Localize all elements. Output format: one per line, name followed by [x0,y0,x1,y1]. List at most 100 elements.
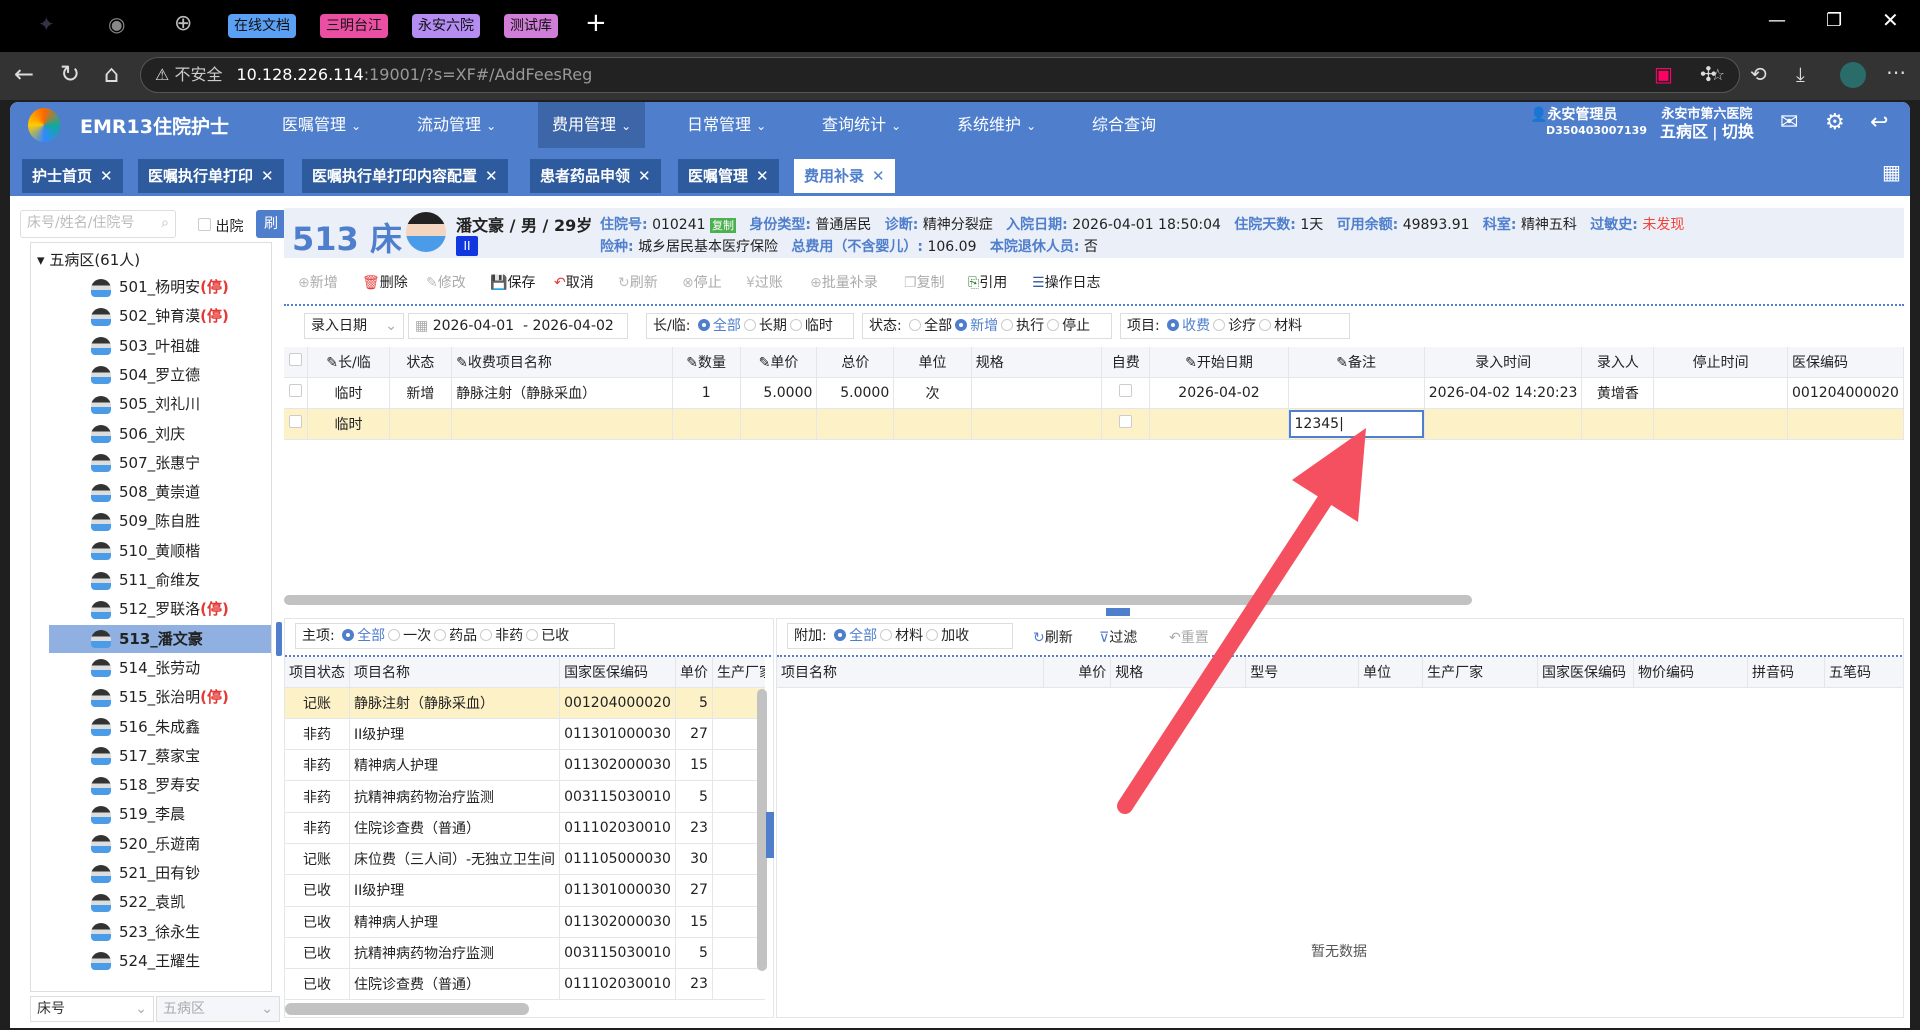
remark-input[interactable]: 12345| [1288,409,1424,438]
grid-row[interactable]: 临时 12345| [284,408,1904,440]
minimize-button[interactable]: — [1768,10,1786,31]
main-radio-4[interactable]: 已收 [523,628,569,644]
column-header[interactable]: 自费 [1101,347,1151,378]
sort-select[interactable]: 床号 ⌄ [30,996,154,1022]
batch-button[interactable]: ⊕批量补录 [810,272,878,292]
grid-cell[interactable] [672,408,741,440]
item-radio-0[interactable]: 收费 [1164,318,1210,334]
new-tab-button[interactable]: + [585,8,607,38]
grid-cell[interactable] [284,377,309,409]
extra-radio-0[interactable]: 全部 [831,628,877,644]
column-header[interactable]: ✎单价 [740,347,818,378]
page-tab[interactable]: 医嘱执行单打印内容配置 ✕ [302,159,508,193]
close-tab-icon[interactable]: ✕ [261,167,274,185]
patient-tree-item[interactable]: 513_潘文豪 [49,624,271,653]
menu-3[interactable]: 日常管理 ⌄ [673,102,780,148]
home-icon[interactable]: ⌂ [104,60,119,88]
column-header[interactable]: 国家医保编码 [1537,657,1635,688]
download-icon[interactable]: ⤓ [1796,62,1805,86]
patient-tree-item[interactable]: 502_钟育漠(停) [91,302,229,330]
self-pay-checkbox[interactable] [1119,384,1133,397]
date-range-picker[interactable]: ▦ 2026-04-01 - 2026-04-02 [408,313,628,339]
self-pay-checkbox[interactable] [1119,415,1133,428]
reload-icon[interactable]: ↻ [60,60,80,88]
patient-tree-item[interactable]: 523_徐永生 [91,918,200,946]
main-radio-3[interactable]: 非药 [477,628,523,644]
menu-0[interactable]: 医嘱管理 ⌄ [268,102,375,148]
column-header[interactable]: 单价 [675,657,713,688]
panel-splitter-handle[interactable] [1106,608,1130,616]
column-header[interactable]: ✎长/临 [307,347,390,378]
patient-tree-item[interactable]: 520_乐遊南 [91,830,200,858]
long-radio-0[interactable]: 全部 [695,318,741,334]
menu-1[interactable]: 流动管理 ⌄ [403,102,510,148]
state-radio-2[interactable]: 执行 [998,318,1044,334]
grid-cell[interactable] [1653,408,1789,440]
main-item-row[interactable]: 已收 抗精神病药物治疗监测 003115030010 5 [285,937,765,970]
main-radio-1[interactable]: 一次 [385,628,431,644]
switch-ward-link[interactable]: 切换 [1722,122,1754,141]
extra-radio-2[interactable]: 加收 [923,628,969,644]
column-header[interactable]: 国家医保编码 [559,657,676,688]
grid-cell[interactable]: 临时 [307,408,390,440]
globe-icon[interactable]: ⊕ [174,11,192,36]
close-tab-icon[interactable]: ✕ [872,167,885,185]
grid-cell[interactable] [1581,408,1655,440]
main-item-row[interactable]: 已收 II级护理 011301000030 27 [285,874,765,907]
user-info[interactable]: 👤永安管理员 D350403007139 [1530,108,1647,138]
column-header[interactable]: 项目名称 [777,657,1045,688]
logout-back-icon[interactable]: ↩ [1870,110,1888,135]
main-item-row[interactable]: 记账 床位费（三人间）-无独立卫生间 011105000030 30 [285,843,765,876]
column-header[interactable]: 规格 [1110,657,1247,688]
patient-tree-item[interactable]: 515_张治明(停) [91,683,229,711]
menu-4[interactable]: 查询统计 ⌄ [808,102,915,148]
grid-cell[interactable] [1787,408,1904,440]
grid-cell[interactable]: 新增 [389,377,453,409]
menu-5[interactable]: 系统维护 ⌄ [943,102,1050,148]
grid-cell[interactable]: 1 [672,377,741,409]
column-header[interactable]: 状态 [389,347,453,378]
grid-cell[interactable] [740,408,818,440]
column-header[interactable]: ✎收费项目名称 [451,347,673,378]
grid-cell[interactable]: 2026-04-02 14:20:23 [1424,377,1583,409]
extra-radio-1[interactable]: 材料 [877,628,923,644]
patient-search-input[interactable]: 床号/姓名/住院号 ⌕ [20,210,176,238]
tree-root-ward[interactable]: ▾ 五病区(61人) [37,249,140,270]
date-type-select[interactable]: 录入日期 ⌄ [304,313,404,339]
main-item-row[interactable]: 非药 II级护理 011301000030 27 [285,718,765,751]
grid-cell[interactable] [389,408,453,440]
patient-tree-item[interactable]: 504_罗立德 [91,361,200,389]
cancel-button[interactable]: ↶取消 [554,272,594,292]
patient-tree-item[interactable]: 516_朱成鑫 [91,713,200,741]
grid-cell[interactable]: 2026-04-02 [1149,377,1289,409]
column-header[interactable]: 单位 [893,347,972,378]
grid-cell[interactable] [1653,377,1789,409]
grid-cell[interactable] [893,408,972,440]
save-button[interactable]: 💾保存 [490,272,535,292]
main-item-row[interactable]: 非药 精神病人护理 011302000030 15 [285,749,765,782]
main-radio-2[interactable]: 药品 [431,628,477,644]
column-header[interactable]: 规格 [971,347,1103,378]
grid-cell[interactable]: 黄增香 [1581,377,1655,409]
gear-icon[interactable]: ⚙ [1825,110,1845,135]
main-item-row[interactable]: 记账 静脉注射（静脉采血） 001204000020 5 [285,687,765,719]
sidebar-splitter-handle[interactable] [276,622,282,656]
column-header[interactable]: ✎备注 [1288,347,1425,378]
grid-cell[interactable] [971,377,1103,409]
column-header[interactable]: 项目名称 [349,657,561,688]
stop-button[interactable]: ⊗停止 [682,272,722,292]
grid-cell[interactable]: 12345| [1288,408,1425,440]
patient-tree-item[interactable]: 503_叶祖雄 [91,332,200,360]
grid-cell[interactable]: 5.0000 [740,377,818,409]
grid-cell[interactable] [1424,408,1583,440]
ward-select[interactable]: 五病区 ⌄ [156,996,280,1022]
main-item-row[interactable]: 非药 住院诊查费（普通） 011102030010 23 [285,812,765,844]
extension-icon[interactable]: ▣ [1654,62,1673,86]
page-tab[interactable]: 费用补录 ✕ [794,159,895,193]
grid-cell[interactable] [1288,377,1425,409]
browser-tab[interactable]: 在线文档 [228,14,296,38]
grid-cell[interactable]: 次 [893,377,972,409]
url-input[interactable]: ⚠ 不安全 10.128.226.114:19001/?s=XF#/AddFees… [140,57,1740,93]
column-header[interactable]: ✎开始日期 [1149,347,1289,378]
delete-button[interactable]: 🗑删除 [362,272,408,292]
